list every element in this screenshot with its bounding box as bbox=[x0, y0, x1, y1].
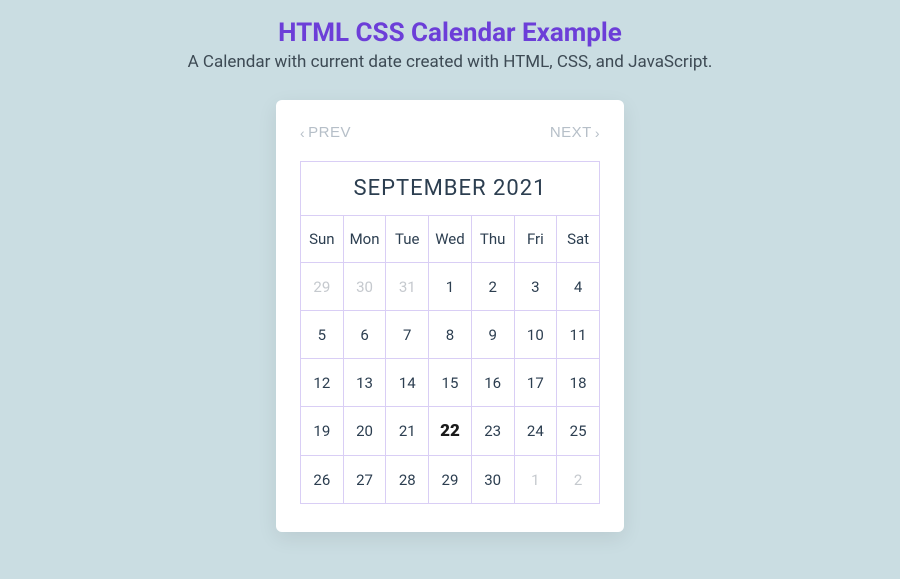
calendar-day-cell[interactable]: 17 bbox=[514, 359, 557, 407]
next-label: NEXT bbox=[550, 124, 592, 141]
calendar-day-cell[interactable]: 2 bbox=[471, 263, 514, 311]
calendar-week-row: 12131415161718 bbox=[301, 359, 600, 407]
weekday-header: Thu bbox=[471, 216, 514, 263]
calendar-day-cell[interactable]: 28 bbox=[386, 456, 429, 504]
calendar-day-cell[interactable]: 15 bbox=[429, 359, 472, 407]
calendar-card: ‹ PREV NEXT › SEPTEMBER 2021 SunMonTueWe… bbox=[276, 100, 624, 532]
calendar-day-cell[interactable]: 12 bbox=[301, 359, 344, 407]
calendar-day-cell[interactable]: 30 bbox=[343, 263, 386, 311]
calendar-day-cell[interactable]: 2 bbox=[557, 456, 600, 504]
calendar-day-cell[interactable]: 11 bbox=[557, 311, 600, 359]
calendar-week-row: 262728293012 bbox=[301, 456, 600, 504]
prev-label: PREV bbox=[308, 124, 351, 141]
calendar-day-cell[interactable]: 8 bbox=[429, 311, 472, 359]
chevron-right-icon: › bbox=[595, 125, 600, 141]
calendar-day-cell[interactable]: 29 bbox=[429, 456, 472, 504]
calendar-day-cell[interactable]: 10 bbox=[514, 311, 557, 359]
month-year-header: SEPTEMBER 2021 bbox=[301, 162, 600, 216]
calendar-day-cell[interactable]: 3 bbox=[514, 263, 557, 311]
calendar-day-cell[interactable]: 20 bbox=[343, 407, 386, 456]
calendar-day-cell[interactable]: 16 bbox=[471, 359, 514, 407]
calendar-week-row: 2930311234 bbox=[301, 263, 600, 311]
calendar-day-cell[interactable]: 9 bbox=[471, 311, 514, 359]
chevron-left-icon: ‹ bbox=[300, 125, 305, 141]
weekday-header: Sat bbox=[557, 216, 600, 263]
calendar-day-cell[interactable]: 21 bbox=[386, 407, 429, 456]
calendar-day-cell[interactable]: 24 bbox=[514, 407, 557, 456]
calendar-day-cell[interactable]: 13 bbox=[343, 359, 386, 407]
calendar-day-cell[interactable]: 23 bbox=[471, 407, 514, 456]
calendar-week-row: 19202122232425 bbox=[301, 407, 600, 456]
calendar-day-cell[interactable]: 1 bbox=[514, 456, 557, 504]
calendar-day-cell[interactable]: 5 bbox=[301, 311, 344, 359]
calendar-week-row: 567891011 bbox=[301, 311, 600, 359]
weekday-header: Sun bbox=[301, 216, 344, 263]
calendar-day-cell[interactable]: 7 bbox=[386, 311, 429, 359]
calendar-table: SEPTEMBER 2021 SunMonTueWedThuFriSat 293… bbox=[300, 161, 600, 504]
weekday-header: Fri bbox=[514, 216, 557, 263]
calendar-day-cell[interactable]: 18 bbox=[557, 359, 600, 407]
calendar-day-cell[interactable]: 22 bbox=[429, 407, 472, 456]
next-button[interactable]: NEXT › bbox=[550, 124, 600, 141]
calendar-day-cell[interactable]: 4 bbox=[557, 263, 600, 311]
calendar-day-cell[interactable]: 6 bbox=[343, 311, 386, 359]
weekday-row: SunMonTueWedThuFriSat bbox=[301, 216, 600, 263]
calendar-day-cell[interactable]: 25 bbox=[557, 407, 600, 456]
weekday-header: Mon bbox=[343, 216, 386, 263]
calendar-day-cell[interactable]: 26 bbox=[301, 456, 344, 504]
calendar-day-cell[interactable]: 1 bbox=[429, 263, 472, 311]
calendar-day-cell[interactable]: 19 bbox=[301, 407, 344, 456]
calendar-day-cell[interactable]: 29 bbox=[301, 263, 344, 311]
calendar-day-cell[interactable]: 31 bbox=[386, 263, 429, 311]
weekday-header: Wed bbox=[429, 216, 472, 263]
weekday-header: Tue bbox=[386, 216, 429, 263]
page-subtitle: A Calendar with current date created wit… bbox=[0, 52, 900, 72]
calendar-day-cell[interactable]: 14 bbox=[386, 359, 429, 407]
calendar-day-cell[interactable]: 27 bbox=[343, 456, 386, 504]
calendar-day-cell[interactable]: 30 bbox=[471, 456, 514, 504]
page-title: HTML CSS Calendar Example bbox=[0, 18, 900, 48]
prev-button[interactable]: ‹ PREV bbox=[300, 124, 351, 141]
